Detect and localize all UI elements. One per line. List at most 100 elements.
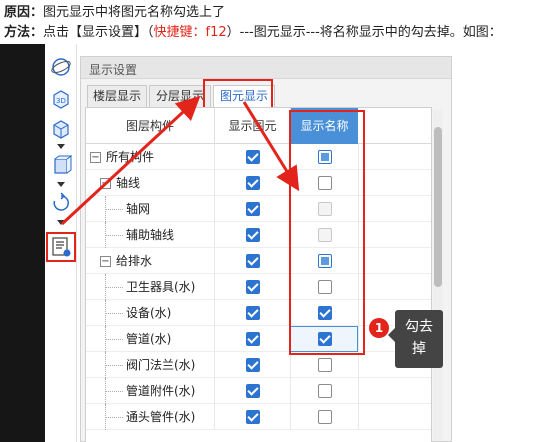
table-row[interactable]: 管道附件(水) [86,378,431,404]
name-column-highlight-frame [289,110,365,355]
show-element-checkbox[interactable] [246,306,260,320]
column-divider [214,170,215,196]
display-settings-button[interactable] [46,232,76,262]
show-element-checkbox[interactable] [246,280,260,294]
show-name-checkbox[interactable] [318,410,332,424]
shortcut-text: 快捷键：f12 [153,25,227,40]
column-divider [214,248,215,274]
step-badge: 1 [369,318,389,338]
column-divider [358,404,359,430]
collapse-toggle[interactable]: − [90,152,101,163]
row-label: 所有构件 [106,150,155,164]
dropdown-arrow-icon[interactable] [57,182,65,187]
row-label: 通头管件(水) [126,410,196,424]
tab-layer-display[interactable]: 分层显示 [149,85,211,107]
box-icon [54,155,72,174]
method-label: 方法： [4,25,44,40]
tree-line [105,287,123,288]
row-label: 管道附件(水) [126,384,196,398]
dropdown-arrow-icon[interactable] [57,144,65,149]
view-toolbar: 3D [45,44,77,442]
scrollbar-thumb[interactable] [434,127,442,287]
cause-text: 图元显示中将图元名称勾选上了 [43,5,226,20]
table-row[interactable]: − 给排水 [86,248,431,274]
tree-line [105,339,123,340]
view-3d-label: 3D [56,97,66,105]
row-label: 辅助轴线 [126,228,175,242]
col-header-show: 显示图元 [214,108,290,144]
display-settings-icon [52,237,71,257]
row-label: 管道(水) [126,332,172,346]
column-divider [214,196,215,222]
show-element-checkbox[interactable] [246,254,260,268]
column-divider [214,352,215,378]
callout-line-2: 掉 [412,341,426,357]
show-element-checkbox[interactable] [246,176,260,190]
table-row[interactable]: 通头管件(水) [86,404,431,430]
row-label: 设备(水) [126,306,172,320]
row-label: 轴网 [126,202,151,216]
collapse-toggle[interactable]: − [100,178,111,189]
show-element-checkbox[interactable] [246,150,260,164]
cube-icon [53,120,69,139]
column-divider [214,222,215,248]
view-3d-button[interactable]: 3D [50,88,72,110]
table-row[interactable]: − 所有构件 [86,144,431,170]
table-row[interactable]: 卫生器具(水) [86,274,431,300]
globe-icon [51,58,71,76]
show-element-checkbox[interactable] [246,384,260,398]
column-divider [290,378,291,404]
method-line: 方法：点击【显示设置】（快捷键：f12）---图元显示---将名称显示中的勾去掉… [4,25,502,41]
rotate-icon [53,192,69,211]
row-label: 轴线 [116,176,141,190]
show-element-checkbox[interactable] [246,228,260,242]
tab-floor-display[interactable]: 楼层显示 [87,85,147,107]
display-settings-dialog: 显示设置 楼层显示 分层显示 图元显示 图层构件 显示图元 显示名称 − 所有构件… [80,56,452,442]
column-divider [358,352,359,378]
show-element-checkbox[interactable] [246,202,260,216]
table-row[interactable]: 轴网 [86,196,431,222]
row-label: 卫生器具(水) [126,280,196,294]
show-element-checkbox[interactable] [246,332,260,346]
show-element-checkbox[interactable] [246,410,260,424]
tree-line [105,417,123,418]
column-divider [290,352,291,378]
table-row[interactable]: 阀门法兰(水) [86,352,431,378]
show-element-checkbox[interactable] [246,358,260,372]
rotate-tool-button[interactable] [50,192,72,214]
row-label: 阀门法兰(水) [126,358,196,372]
view-3d-icon: 3D [53,90,69,109]
cube-tool-button[interactable] [50,118,72,140]
tree-line [105,313,123,314]
element-display-grid: 图层构件 显示图元 显示名称 − 所有构件 − 轴线 轴网 辅助轴线 − 给排水 卫生器具(水)… [85,107,432,442]
column-divider [214,300,215,326]
method-text-pre: 点击【显示设置】（ [43,25,154,40]
tab-highlight-frame [203,79,273,109]
cause-line: 原因：图元显示中将图元名称勾选上了 [4,5,225,21]
cause-label: 原因： [4,5,44,20]
collapse-toggle[interactable]: − [100,256,111,267]
show-name-checkbox[interactable] [318,384,332,398]
col-header-component: 图层构件 [125,119,174,133]
column-divider [214,404,215,430]
column-divider [214,378,215,404]
app-left-panel [0,44,45,442]
callout-line-1: 勾去 [405,319,433,335]
dropdown-arrow-icon[interactable] [57,220,65,225]
dialog-title: 显示设置 [81,57,451,79]
method-text-post: ）---图元显示---将名称显示中的勾去掉。如图： [226,25,502,40]
column-divider [214,144,215,170]
show-name-checkbox[interactable] [318,358,332,372]
grid-header: 图层构件 显示图元 显示名称 [86,108,431,144]
column-divider [290,404,291,430]
column-divider [214,326,215,352]
table-row[interactable]: 辅助轴线 [86,222,431,248]
box-tool-button[interactable] [50,154,72,176]
tree-line [105,235,123,236]
globe-tool-button[interactable] [50,56,72,78]
tree-line [105,391,123,392]
row-label: 给排水 [116,254,153,268]
table-row[interactable]: − 轴线 [86,170,431,196]
tree-line [105,209,123,210]
annotation-callout: 勾去 掉 [388,310,443,368]
